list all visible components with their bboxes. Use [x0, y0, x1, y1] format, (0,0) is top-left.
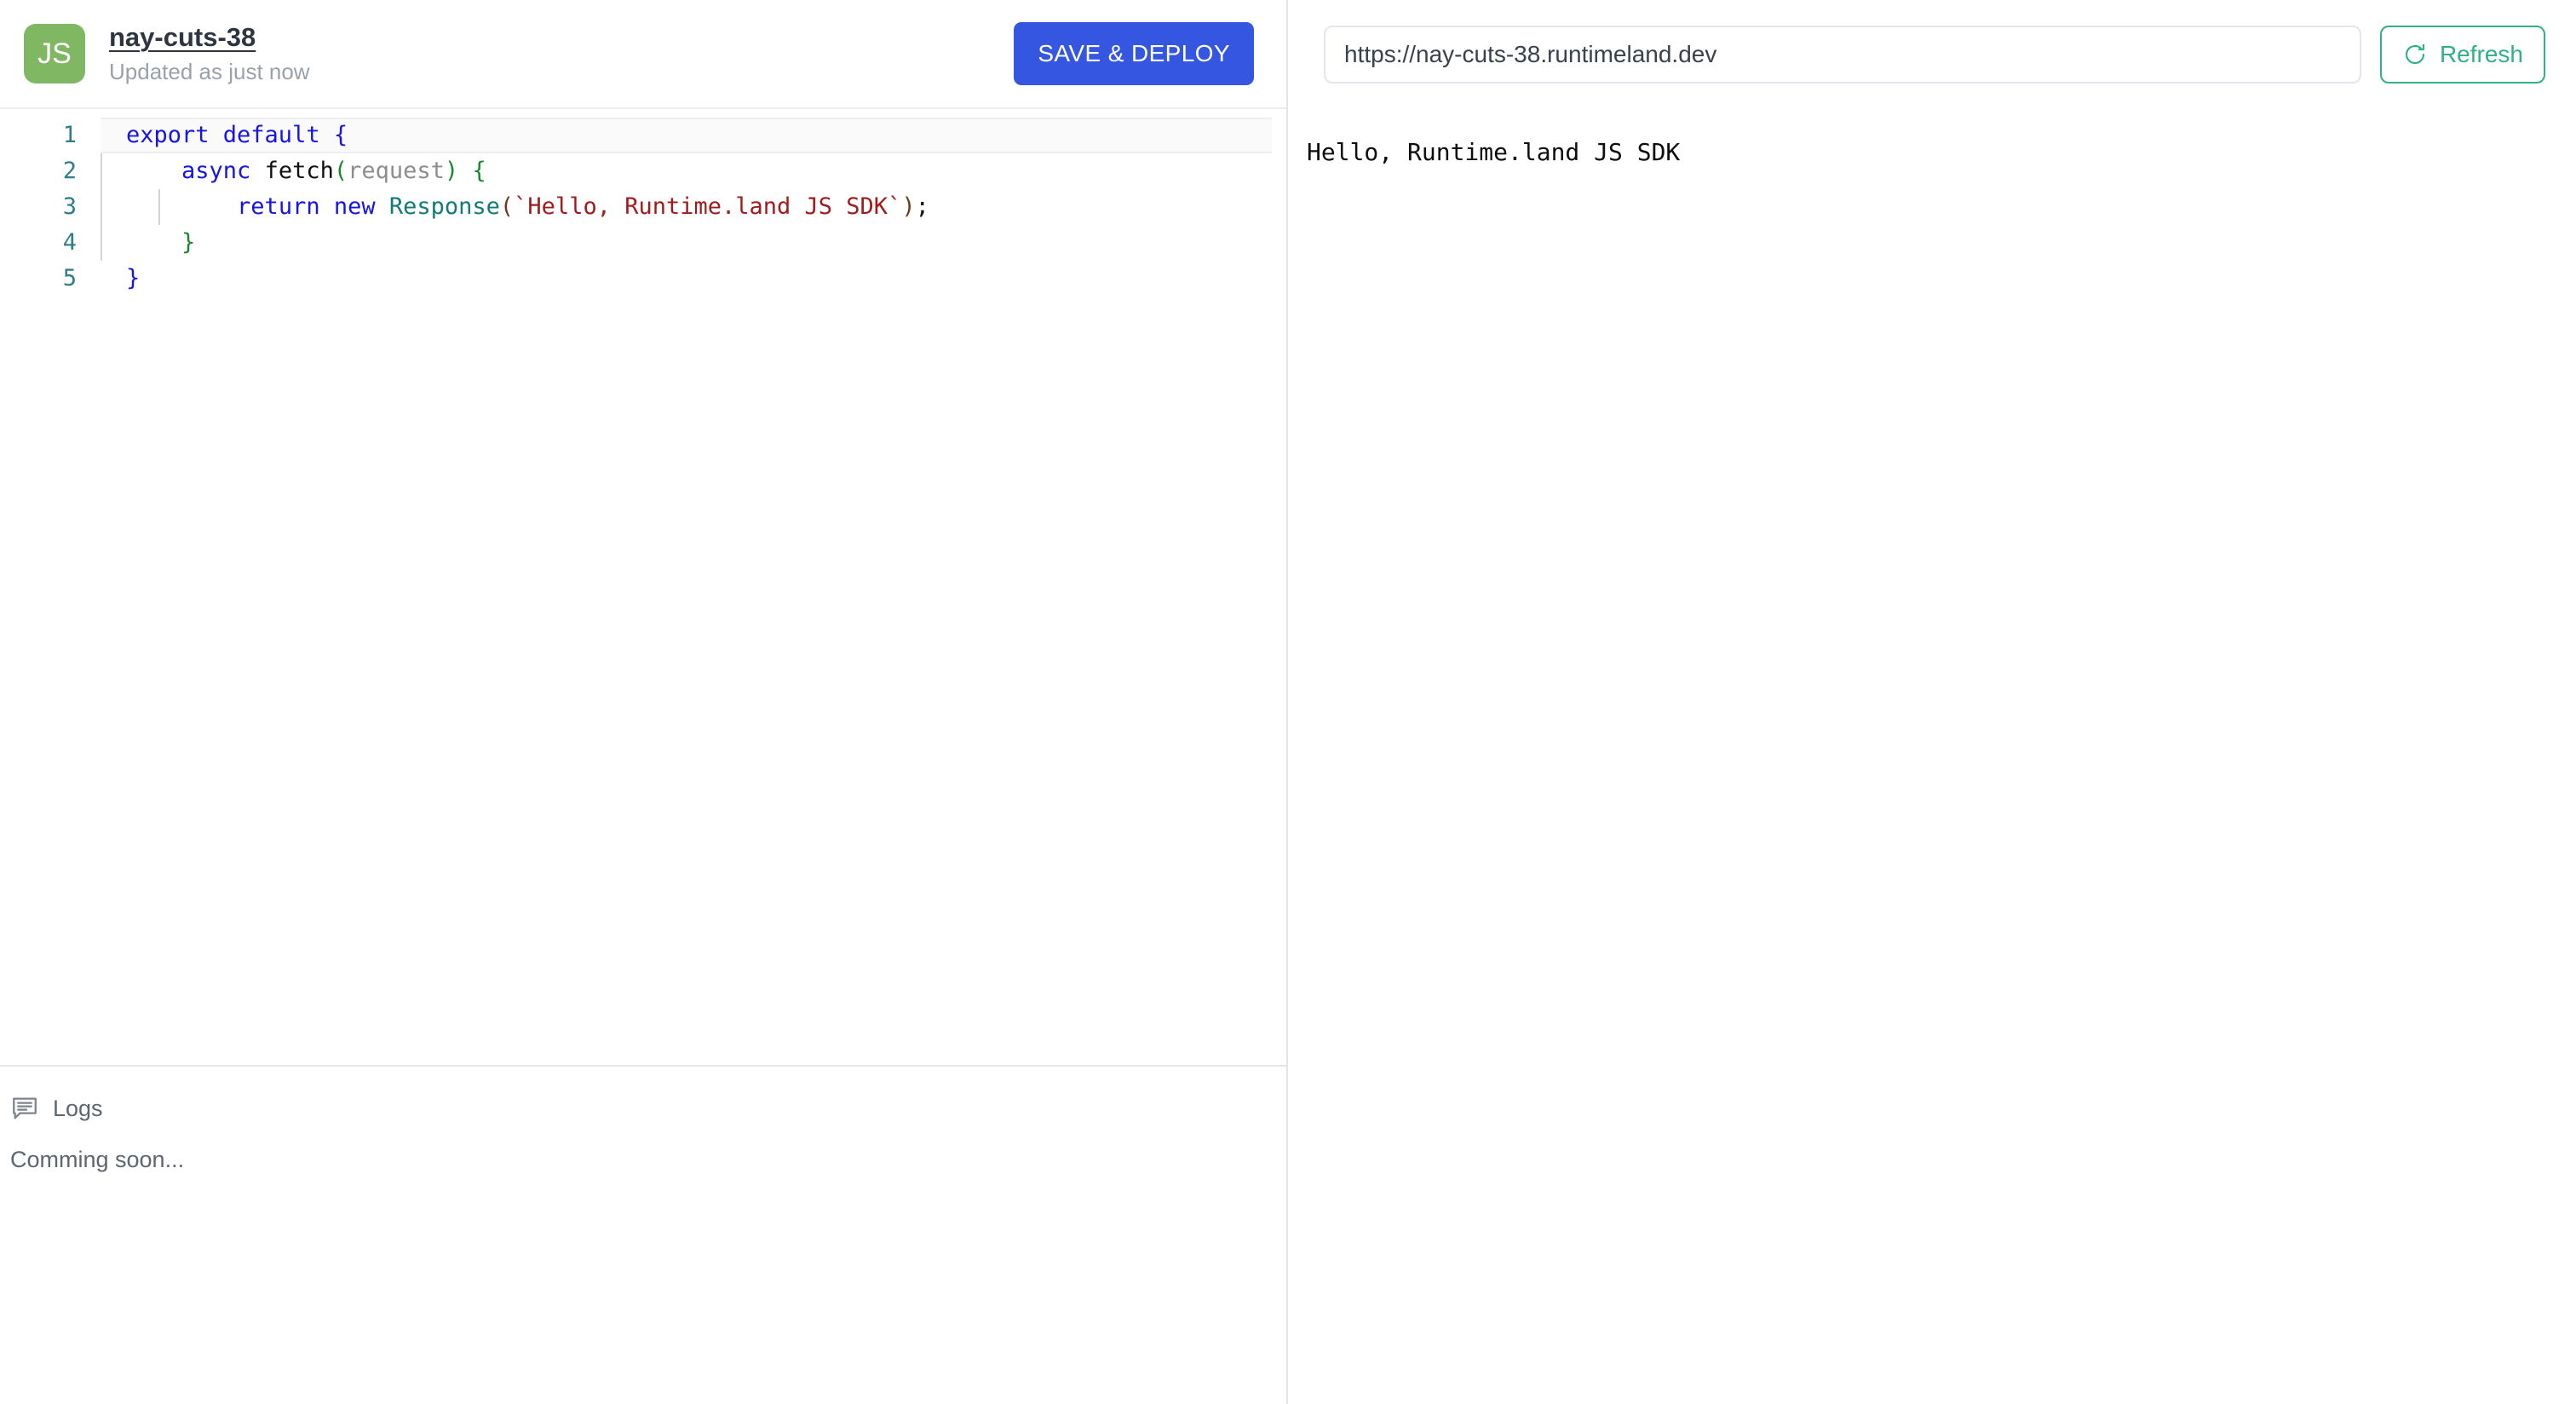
preview-pane: Refresh Hello, Runtime.land JS SDK — [1288, 0, 2574, 1404]
code-token: Response — [388, 193, 500, 220]
refresh-label: Refresh — [2439, 41, 2523, 67]
code-line[interactable]: 2 async fetch(request) { — [0, 153, 1286, 189]
save-and-deploy-button[interactable]: SAVE & DEPLOY — [1014, 22, 1254, 85]
logs-panel: Logs Comming soon... — [0, 1065, 1286, 1404]
code-line-content[interactable]: async fetch(request) { — [101, 153, 1286, 189]
code-editor[interactable]: 1 export default {2 async fetch(request) … — [0, 109, 1286, 1065]
code-line-content[interactable]: } — [101, 261, 1286, 296]
code-line[interactable]: 4 } — [0, 225, 1286, 261]
code-lines[interactable]: 1 export default {2 async fetch(request) … — [0, 118, 1286, 296]
line-number: 4 — [62, 229, 77, 256]
code-token: { — [333, 122, 348, 148]
logs-title: Logs — [53, 1095, 103, 1121]
indent-guide — [158, 189, 160, 225]
code-line-content[interactable]: export default { — [101, 118, 1272, 153]
editor-header: JS nay-cuts-38 Updated as just now SAVE … — [0, 0, 1286, 109]
code-token: request — [348, 158, 445, 184]
code-token: } — [181, 229, 196, 256]
logs-header: Logs — [0, 1089, 1286, 1128]
preview-output-text: Hello, Runtime.land JS SDK — [1307, 138, 1681, 166]
refresh-button[interactable]: Refresh — [2379, 26, 2545, 83]
code-token: { — [472, 158, 486, 184]
code-token: ) — [901, 193, 916, 220]
refresh-icon — [2402, 42, 2428, 67]
line-number: 5 — [62, 265, 77, 291]
code-token: ) — [444, 158, 459, 184]
code-line[interactable]: 3 return new Response(`Hello, Runtime.la… — [0, 189, 1286, 225]
code-line-content[interactable]: } — [101, 225, 1286, 261]
indent-guide — [101, 225, 102, 261]
app-root: JS nay-cuts-38 Updated as just now SAVE … — [0, 0, 2576, 1404]
code-token: ( — [333, 158, 348, 184]
code-line[interactable]: 5} — [0, 261, 1286, 296]
code-token: async — [181, 158, 251, 184]
line-number: 2 — [62, 158, 77, 184]
indent-guide — [101, 153, 102, 189]
code-line-content[interactable]: return new Response(`Hello, Runtime.land… — [101, 189, 1286, 225]
code-line[interactable]: 1 export default { — [0, 118, 1286, 153]
code-token: `Hello, Runtime.land JS SDK` — [514, 193, 902, 220]
code-token: ( — [499, 193, 515, 220]
project-name-link[interactable]: nay-cuts-38 — [109, 22, 256, 53]
code-token: return new — [237, 193, 389, 220]
project-updated-text: Updated as just now — [109, 59, 310, 85]
preview-frame: Hello, Runtime.land JS SDK — [1288, 109, 2574, 1404]
code-token: fetch — [264, 158, 334, 184]
js-language-badge: JS — [24, 24, 85, 83]
project-meta: nay-cuts-38 Updated as just now — [109, 22, 1014, 86]
editor-pane: JS nay-cuts-38 Updated as just now SAVE … — [0, 0, 1288, 1404]
code-token: export default — [126, 122, 334, 148]
code-token: ; — [915, 193, 929, 220]
preview-url-input[interactable] — [1324, 26, 2361, 83]
code-token: } — [126, 265, 141, 291]
preview-toolbar: Refresh — [1288, 0, 2574, 109]
line-number: 1 — [62, 122, 77, 148]
indent-guide — [101, 189, 102, 225]
comment-lines-icon — [10, 1094, 39, 1123]
logs-placeholder-text: Comming soon... — [10, 1147, 185, 1172]
line-number: 3 — [62, 193, 77, 220]
